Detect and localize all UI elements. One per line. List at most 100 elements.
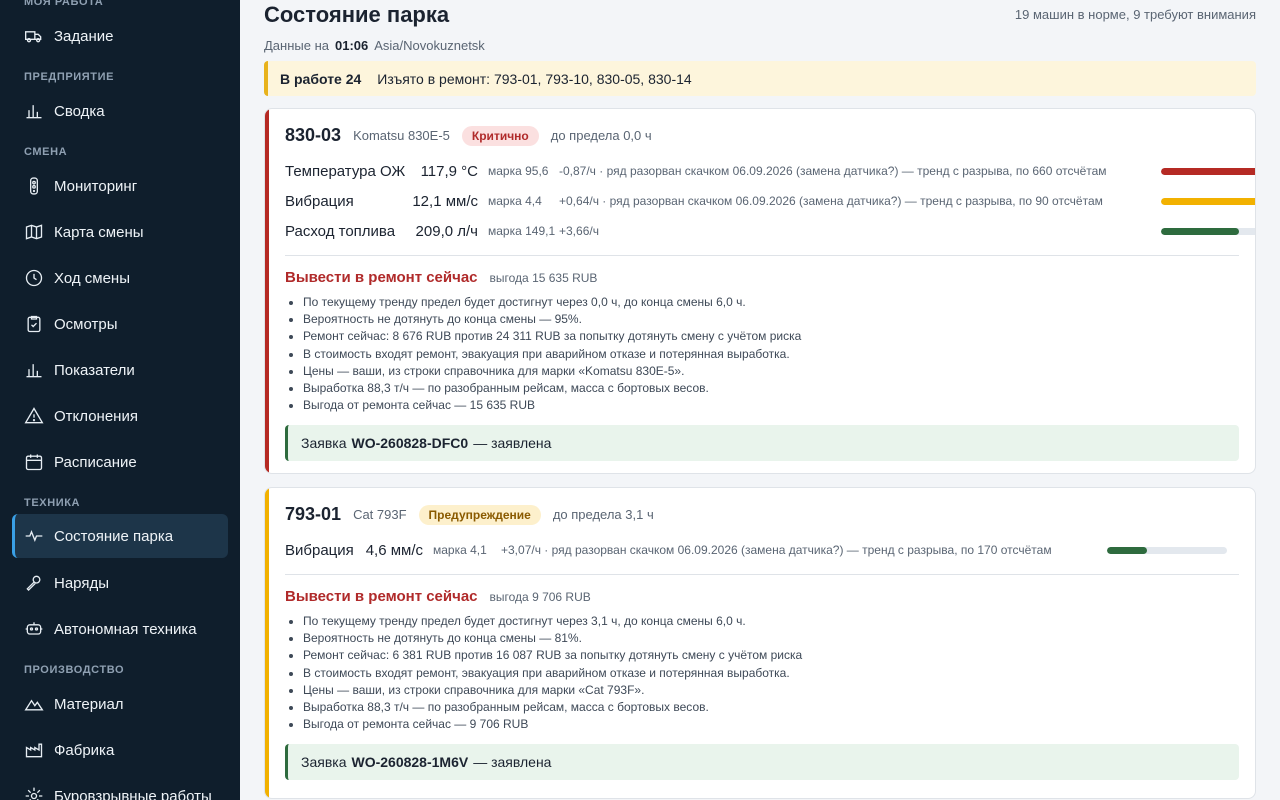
sidebar-item-label: Состояние парка bbox=[54, 527, 174, 545]
status-badge: Критично bbox=[461, 125, 539, 146]
sidebar-item-indicators[interactable]: Показатели bbox=[12, 348, 228, 392]
clock-icon bbox=[25, 269, 43, 287]
robot-icon bbox=[25, 622, 43, 635]
page-title: Состояние парка bbox=[264, 2, 450, 27]
sidebar-item-work-orders[interactable]: Наряды bbox=[12, 561, 228, 605]
sidebar-item-label: Фабрика bbox=[54, 741, 115, 759]
sidebar-item-label: Сводка bbox=[54, 102, 105, 120]
sidebar-item-monitoring[interactable]: Мониторинг bbox=[12, 164, 228, 208]
sidebar-item-shift-map[interactable]: Карта смены bbox=[12, 210, 228, 254]
severity-stripe bbox=[265, 488, 269, 798]
work-order-ticket[interactable]: Заявка WO-260828-DFC0 — заявлена bbox=[285, 425, 1239, 461]
withdrawn-list: Изъято в ремонт: 793-01, 793-10, 830-05,… bbox=[377, 70, 692, 87]
main-content: Состояние парка 19 машин в норме, 9 треб… bbox=[240, 0, 1280, 800]
pulse-icon bbox=[25, 530, 43, 542]
ticket-prefix: Заявка bbox=[301, 754, 347, 770]
sidebar-item-deviations[interactable]: Отклонения bbox=[12, 394, 228, 438]
recommendation: Вывести в ремонт сейчас выгода 9 706 RUB bbox=[285, 588, 591, 605]
sidebar-item-inspections[interactable]: Осмотры bbox=[12, 302, 228, 346]
sidebar-item-label: Задание bbox=[54, 27, 114, 45]
metric-value: 209,0 л/ч bbox=[415, 222, 478, 240]
divider bbox=[285, 255, 1239, 256]
sidebar-item-schedule[interactable]: Расписание bbox=[12, 440, 228, 484]
machine-card-793-01[interactable]: 793-01 Cat 793F Предупреждение до предел… bbox=[264, 487, 1256, 799]
metric-value: 12,1 мм/с bbox=[412, 192, 478, 210]
metric-value: 4,6 мм/с bbox=[365, 541, 423, 559]
ticket-id[interactable]: WO-260828-1M6V bbox=[351, 754, 468, 770]
metric-mark: марка 149,1 bbox=[488, 224, 556, 238]
recommendation-title: Вывести в ремонт сейчас bbox=[285, 269, 478, 286]
metric-level-fill bbox=[1161, 168, 1255, 175]
machine-model: Cat 793F bbox=[353, 507, 407, 522]
metric-mark: марка 4,4 bbox=[488, 194, 542, 208]
list-item: По текущему тренду предел будет достигну… bbox=[303, 294, 801, 311]
card-header: 793-01 Cat 793F Предупреждение до предел… bbox=[285, 504, 654, 525]
metric-row: Расход топлива 209,0 л/ч марка 149,1 +3,… bbox=[285, 219, 599, 243]
work-order-ticket[interactable]: Заявка WO-260828-1M6V — заявлена bbox=[285, 744, 1239, 780]
list-item: Вероятность не дотянуть до конца смены —… bbox=[303, 311, 801, 328]
metric-row: Температура ОЖ 117,9 °C марка 95,6 -0,87… bbox=[285, 159, 1107, 183]
list-item: Цены — ваши, из строки справочника для м… bbox=[303, 682, 802, 699]
section-shift: СМЕНА bbox=[24, 146, 68, 158]
sidebar-item-label: Осмотры bbox=[54, 315, 118, 333]
ticket-id[interactable]: WO-260828-DFC0 bbox=[351, 435, 468, 451]
sidebar-item-label: Автономная техника bbox=[54, 620, 197, 638]
time-to-limit: до предела 3,1 ч bbox=[552, 507, 654, 522]
sidebar-item-summary[interactable]: Сводка bbox=[12, 89, 228, 133]
list-item: Выработка 88,3 т/ч — по разобранным рейс… bbox=[303, 699, 802, 716]
list-item: Вероятность не дотянуть до конца смены —… bbox=[303, 630, 802, 647]
metric-level-bar bbox=[1161, 228, 1255, 235]
sidebar-item-label: Материал bbox=[54, 695, 124, 713]
machine-card-830-03[interactable]: 830-03 Komatsu 830E-5 Критично до предел… bbox=[264, 108, 1256, 474]
recommendation: Вывести в ремонт сейчас выгода 15 635 RU… bbox=[285, 269, 597, 286]
sidebar-item-label: Отклонения bbox=[54, 407, 138, 425]
machine-model: Komatsu 830E-5 bbox=[353, 128, 450, 143]
list-item: Ремонт сейчас: 6 381 RUB против 16 087 R… bbox=[303, 647, 802, 664]
section-production: ПРОИЗВОДСТВО bbox=[24, 664, 125, 676]
list-item: Выработка 88,3 т/ч — по разобранным рейс… bbox=[303, 380, 801, 397]
sidebar-item-blasting[interactable]: Буровзрывные работы bbox=[12, 774, 228, 800]
list-item: По текущему тренду предел будет достигну… bbox=[303, 613, 802, 630]
metric-row: Вибрация 12,1 мм/с марка 4,4 +0,64/ч · р… bbox=[285, 189, 1103, 213]
sidebar-item-autonomous[interactable]: Автономная техника bbox=[12, 607, 228, 651]
metric-level-fill bbox=[1161, 228, 1239, 235]
in-work-count: В работе 24 bbox=[280, 70, 362, 87]
metric-value: 117,9 °C bbox=[420, 162, 478, 180]
metric-level-fill bbox=[1107, 547, 1147, 554]
warning-icon bbox=[24, 407, 44, 424]
metric-level-fill bbox=[1161, 198, 1255, 205]
section-enterprise: ПРЕДПРИЯТИЕ bbox=[24, 71, 115, 83]
metric-name: Температура ОЖ bbox=[285, 162, 406, 180]
time-to-limit: до предела 0,0 ч bbox=[550, 128, 652, 143]
benefit-value: выгода 9 706 RUB bbox=[489, 590, 591, 604]
sidebar-item-shift-progress[interactable]: Ход смены bbox=[12, 256, 228, 300]
severity-stripe bbox=[265, 109, 269, 473]
divider bbox=[285, 574, 1239, 575]
sidebar: МОЯ РАБОТА Задание ПРЕДПРИЯТИЕ Сводка СМ… bbox=[0, 0, 240, 800]
list-item: В стоимость входят ремонт, эвакуация при… bbox=[303, 346, 801, 363]
sidebar-item-material[interactable]: Материал bbox=[12, 682, 228, 726]
card-header: 830-03 Komatsu 830E-5 Критично до предел… bbox=[285, 125, 652, 146]
truck-icon bbox=[25, 31, 42, 43]
metric-trend-note: -0,87/ч · ряд разорван скачком 06.09.202… bbox=[559, 164, 1107, 178]
metric-name: Расход топлива bbox=[285, 222, 396, 240]
bar-chart-icon bbox=[26, 364, 42, 378]
metric-level-bar bbox=[1161, 198, 1255, 205]
ticket-status: — заявлена bbox=[473, 435, 552, 451]
recommendation-title: Вывести в ремонт сейчас bbox=[285, 588, 478, 605]
section-my-work: МОЯ РАБОТА bbox=[24, 0, 104, 8]
metric-trend-note: +0,64/ч · ряд разорван скачком 06.09.202… bbox=[559, 194, 1103, 208]
status-badge: Предупреждение bbox=[418, 504, 541, 525]
data-label: Данные на bbox=[264, 38, 329, 53]
rationale-list: По текущему тренду предел будет достигну… bbox=[303, 613, 802, 733]
data-time: 01:06 bbox=[335, 38, 369, 53]
sidebar-item-factory[interactable]: Фабрика bbox=[12, 728, 228, 772]
mountain-icon bbox=[24, 699, 44, 711]
sidebar-item-label: Мониторинг bbox=[54, 177, 138, 195]
fleet-status-banner: В работе 24 Изъято в ремонт: 793-01, 793… bbox=[264, 61, 1256, 96]
data-timestamp: Данные на 01:06 Asia/Novokuznetsk bbox=[264, 38, 485, 53]
metric-mark: марка 95,6 bbox=[488, 164, 549, 178]
sidebar-item-fleet-health[interactable]: Состояние парка bbox=[12, 514, 228, 558]
sidebar-item-task[interactable]: Задание bbox=[12, 14, 228, 58]
metric-trend-note: +3,66/ч bbox=[559, 224, 599, 238]
